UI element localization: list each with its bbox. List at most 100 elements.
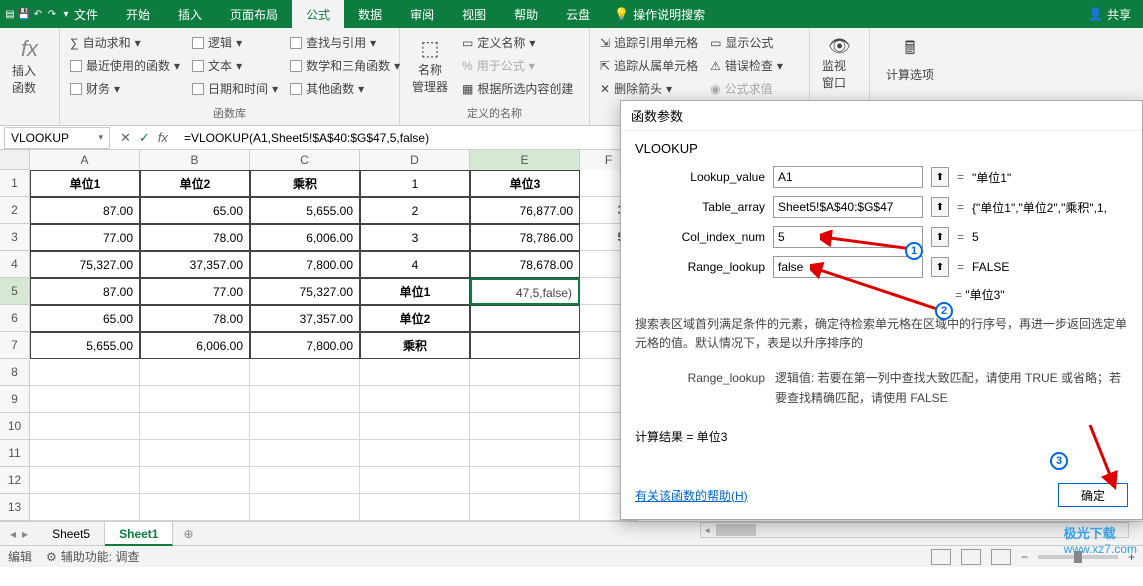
save-icon[interactable]: 💾 <box>18 8 30 20</box>
row-11[interactable]: 11 <box>0 440 30 467</box>
menu-data[interactable]: 数据 <box>344 0 396 28</box>
cell[interactable]: 1 <box>360 170 470 197</box>
cell[interactable]: 单位1 <box>360 278 470 305</box>
redo-icon[interactable]: ↷ <box>46 8 58 20</box>
logic-button[interactable]: 逻辑▾ <box>190 32 280 53</box>
menu-insert[interactable]: 插入 <box>164 0 216 28</box>
range-lookup-input[interactable] <box>773 256 923 278</box>
menu-help[interactable]: 帮助 <box>500 0 552 28</box>
cell[interactable]: 77.00 <box>30 224 140 251</box>
trace-prec-button[interactable]: ⇲追踪引用单元格 <box>598 32 700 53</box>
cell[interactable] <box>470 305 580 332</box>
row-5[interactable]: 5 <box>0 278 30 305</box>
other-button[interactable]: 其他函数▾ <box>288 78 402 99</box>
cell[interactable]: 4 <box>360 251 470 278</box>
cell[interactable]: 乘积 <box>250 170 360 197</box>
col-B[interactable]: B <box>140 150 250 170</box>
row-8[interactable]: 8 <box>0 359 30 386</box>
cell[interactable] <box>470 413 580 440</box>
math-button[interactable]: 数学和三角函数▾ <box>288 55 402 76</box>
cell[interactable] <box>470 332 580 359</box>
cell[interactable] <box>30 494 140 521</box>
cell[interactable]: 乘积 <box>360 332 470 359</box>
table-array-input[interactable] <box>773 196 923 218</box>
menu-file[interactable]: 文件 <box>60 0 112 28</box>
col-D[interactable]: D <box>360 150 470 170</box>
define-name-button[interactable]: ▭定义名称▾ <box>460 32 575 53</box>
cell[interactable] <box>140 386 250 413</box>
cell[interactable]: 2 <box>360 197 470 224</box>
row-12[interactable]: 12 <box>0 467 30 494</box>
cell[interactable] <box>360 494 470 521</box>
row-1[interactable]: 1 <box>0 170 30 197</box>
cell[interactable]: 78,786.00 <box>470 224 580 251</box>
trace-dep-button[interactable]: ⇱追踪从属单元格 <box>598 55 700 76</box>
autosum-button[interactable]: ∑自动求和▾ <box>68 32 182 53</box>
menu-home[interactable]: 开始 <box>112 0 164 28</box>
cell[interactable] <box>250 467 360 494</box>
tab-sheet1[interactable]: Sheet1 <box>105 522 173 546</box>
insert-function-button[interactable]: fx 插入函数 <box>8 32 51 100</box>
tab-sheet5[interactable]: Sheet5 <box>38 522 105 546</box>
cell[interactable]: 5,655.00 <box>30 332 140 359</box>
cell[interactable] <box>30 440 140 467</box>
row-10[interactable]: 10 <box>0 413 30 440</box>
create-from-sel-button[interactable]: ▦根据所选内容创建 <box>460 78 575 99</box>
col-index-input[interactable] <box>773 226 923 248</box>
cell[interactable]: 65.00 <box>30 305 140 332</box>
cell[interactable]: 77.00 <box>140 278 250 305</box>
cell[interactable] <box>250 359 360 386</box>
row-7[interactable]: 7 <box>0 332 30 359</box>
cell[interactable]: 37,357.00 <box>140 251 250 278</box>
cell[interactable]: 6,006.00 <box>140 332 250 359</box>
cell[interactable]: 75,327.00 <box>30 251 140 278</box>
formula-c_ ancel-button[interactable]: ✕ <box>120 130 131 146</box>
select-all-corner[interactable] <box>0 150 30 170</box>
error-check-button[interactable]: ⚠错误检查▾ <box>708 55 785 76</box>
financial-button[interactable]: 财务▾ <box>68 78 182 99</box>
cell[interactable] <box>140 494 250 521</box>
cell[interactable]: 单位1 <box>30 170 140 197</box>
view-page-button[interactable] <box>961 549 981 565</box>
row-6[interactable]: 6 <box>0 305 30 332</box>
name-box-dropdown-icon[interactable]: ▾ <box>98 132 103 143</box>
row-2[interactable]: 2 <box>0 197 30 224</box>
row-4[interactable]: 4 <box>0 251 30 278</box>
tab-prev-icon[interactable]: ◂ <box>10 527 16 541</box>
cell[interactable]: 单位2 <box>360 305 470 332</box>
cell[interactable]: 87.00 <box>30 197 140 224</box>
name-manager-button[interactable]: ⬚ 名称 管理器 <box>408 32 452 105</box>
cell[interactable]: 65.00 <box>140 197 250 224</box>
cell[interactable] <box>30 413 140 440</box>
tab-add[interactable]: ⊕ <box>173 527 203 541</box>
show-formula-button[interactable]: ▭显示公式 <box>708 32 785 53</box>
menu-formula[interactable]: 公式 <box>292 0 344 28</box>
cell[interactable] <box>250 413 360 440</box>
cell[interactable]: 单位3 <box>470 170 580 197</box>
collapse-icon[interactable]: ⬆ <box>931 167 949 187</box>
cell[interactable] <box>140 413 250 440</box>
menu-view[interactable]: 视图 <box>448 0 500 28</box>
cell[interactable]: 78.00 <box>140 224 250 251</box>
collapse-icon[interactable]: ⬆ <box>931 257 949 277</box>
tab-next-icon[interactable]: ▸ <box>22 527 28 541</box>
scroll-thumb[interactable] <box>716 524 756 536</box>
cell[interactable]: 7,800.00 <box>250 251 360 278</box>
cell[interactable] <box>470 467 580 494</box>
cell[interactable] <box>30 386 140 413</box>
row-3[interactable]: 3 <box>0 224 30 251</box>
view-normal-button[interactable] <box>931 549 951 565</box>
cell[interactable]: 78.00 <box>140 305 250 332</box>
use-formula-button[interactable]: %用于公式▾ <box>460 55 575 76</box>
lookup-value-input[interactable] <box>773 166 923 188</box>
cell[interactable]: 76,877.00 <box>470 197 580 224</box>
tell-me[interactable]: 💡 操作说明搜索 <box>614 6 705 23</box>
active-cell[interactable]: 47,5,false) <box>470 278 580 305</box>
fx-button[interactable]: fx <box>158 130 168 146</box>
datetime-button[interactable]: 日期和时间▾ <box>190 78 280 99</box>
cell[interactable] <box>30 467 140 494</box>
zoom-out-button[interactable]: − <box>1021 550 1028 564</box>
cell[interactable] <box>470 494 580 521</box>
cell[interactable]: 6,006.00 <box>250 224 360 251</box>
collapse-icon[interactable]: ⬆ <box>931 197 949 217</box>
